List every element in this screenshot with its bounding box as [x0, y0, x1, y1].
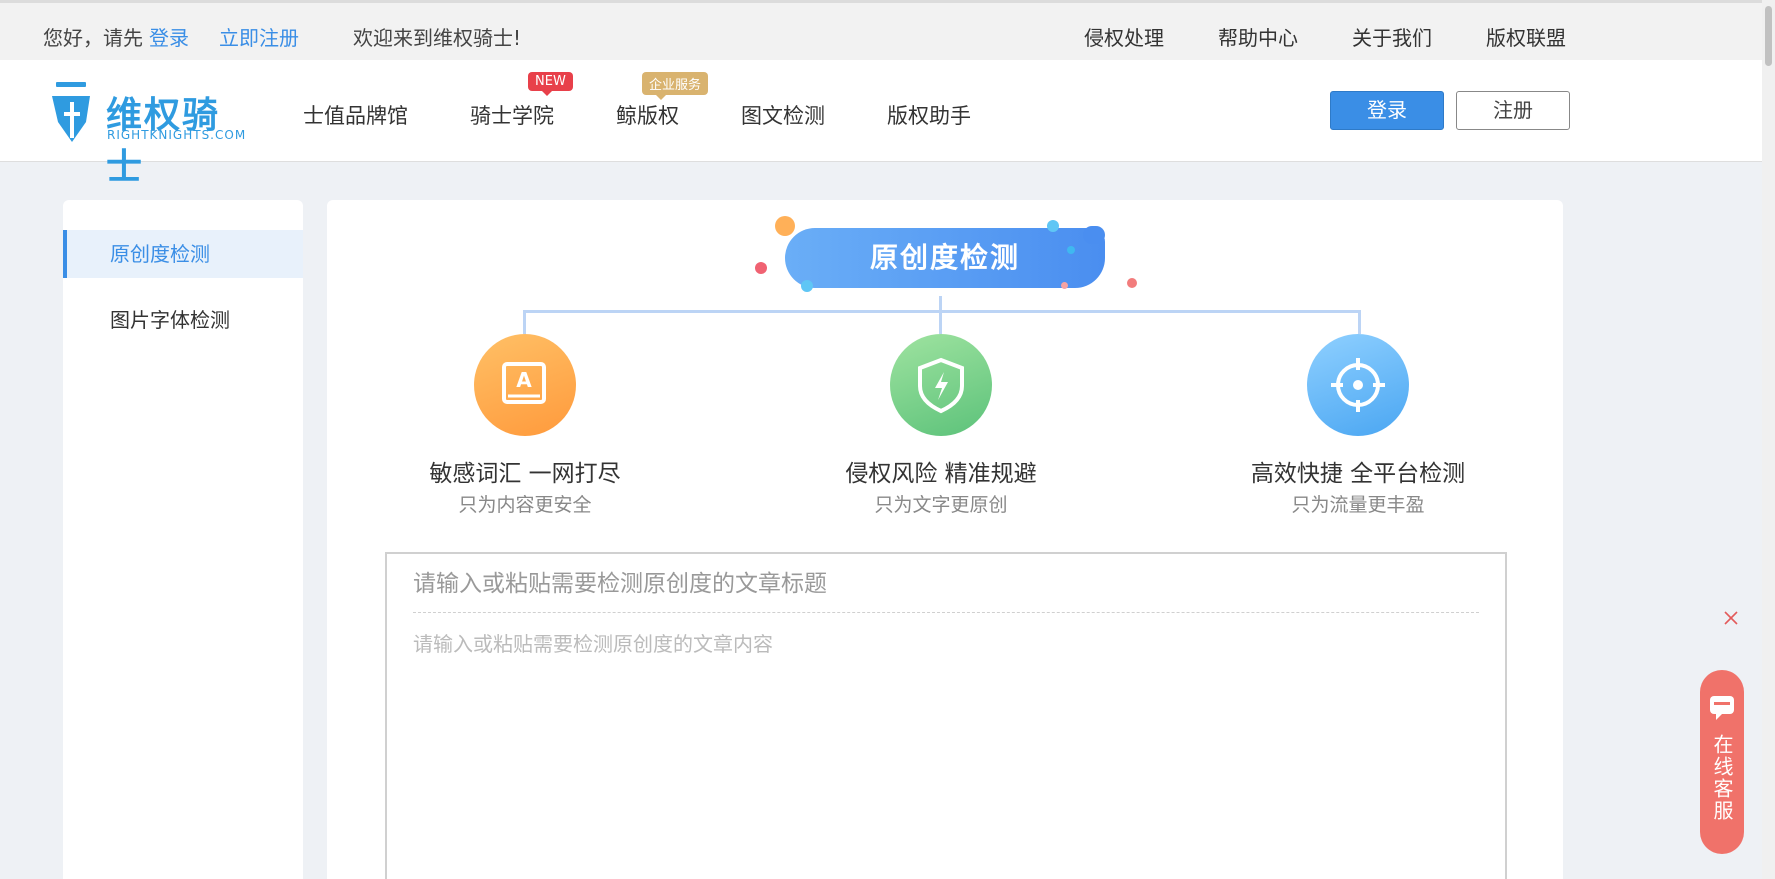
decor-dot: [1127, 278, 1137, 288]
feature-circle: A: [474, 334, 576, 436]
greeting-area: 您好，请先 登录 立即注册 欢迎来到维权骑士!: [43, 22, 521, 51]
top-utility-bar: 您好，请先 登录 立即注册 欢迎来到维权骑士! 侵权处理 帮助中心 关于我们 版…: [0, 0, 1775, 60]
top-register-link[interactable]: 立即注册: [219, 22, 299, 51]
register-button[interactable]: 注册: [1456, 91, 1570, 130]
feature-circle: [890, 334, 992, 436]
nav-label: 版权助手: [887, 104, 971, 128]
decor-dot: [801, 280, 813, 292]
connector-line: [523, 310, 1361, 313]
feature-circle: [1307, 334, 1409, 436]
top-link-infringement[interactable]: 侵权处理: [1084, 22, 1164, 51]
connector-line: [523, 310, 526, 334]
feature-title: 侵权风险 精准规避: [845, 461, 1037, 487]
login-button[interactable]: 登录: [1330, 91, 1444, 130]
feature-subtitle: 只为内容更安全: [458, 494, 592, 516]
nav-label: 士值品牌馆: [303, 104, 408, 128]
side-menu: 原创度检测 图片字体检测: [63, 200, 303, 879]
new-badge: NEW: [528, 72, 573, 96]
connector-line: [939, 296, 942, 334]
chat-bubble-icon: [1710, 696, 1734, 720]
enterprise-badge: 企业服务: [642, 72, 709, 100]
pen-nib-logo-icon: [52, 82, 90, 142]
svg-text:A: A: [516, 368, 532, 392]
greeting-text: 您好，请先: [43, 26, 143, 50]
page-scrollbar[interactable]: [1762, 0, 1775, 879]
feature-all-platform: 高效快捷 全平台检测 只为流量更丰盈: [1228, 334, 1488, 517]
decor-dot: [755, 262, 767, 274]
nav-item-academy[interactable]: 骑士学院 NEW: [470, 72, 573, 130]
connector-line: [1358, 310, 1361, 334]
top-link-help[interactable]: 帮助中心: [1218, 22, 1298, 51]
nav-label: 鲸版权: [616, 104, 679, 128]
sidebar-item-originality-check[interactable]: 原创度检测: [63, 230, 303, 278]
main-nav: 士值品牌馆 骑士学院 NEW 鲸版权 企业服务 图文检测 版权助手: [303, 72, 1033, 130]
hero-title: 原创度检测: [869, 241, 1020, 274]
nav-item-whale-copyright[interactable]: 鲸版权 企业服务: [616, 72, 709, 130]
top-login-link[interactable]: 登录: [149, 22, 189, 51]
welcome-text: 欢迎来到维权骑士!: [353, 26, 522, 50]
feature-subtitle: 只为流量更丰盈: [1291, 494, 1425, 516]
online-service-button[interactable]: 在线客服: [1700, 670, 1744, 854]
nav-label: 图文检测: [741, 104, 825, 128]
top-link-alliance[interactable]: 版权联盟: [1486, 22, 1566, 51]
sidebar-item-image-font-check[interactable]: 图片字体检测: [63, 296, 303, 344]
top-link-about[interactable]: 关于我们: [1352, 22, 1432, 51]
hero-banner: 原创度检测: [755, 214, 1177, 304]
logo-subtitle: RIGHTKNIGHTS.COM: [107, 128, 247, 142]
service-label: 在线客服: [1710, 734, 1734, 822]
main-panel: 原创度检测 A 敏感词汇 一网打尽 只为内容更安全 侵权风险 精准规避 只为文字…: [327, 200, 1563, 879]
feature-infringement-risk: 侵权风险 精准规避 只为文字更原创: [811, 334, 1071, 517]
nav-item-content-check[interactable]: 图文检测: [741, 100, 825, 130]
feature-title: 敏感词汇 一网打尽: [429, 461, 621, 487]
nav-item-copyright-assistant[interactable]: 版权助手: [887, 100, 971, 130]
book-icon: A: [502, 362, 546, 404]
feature-title: 高效快捷 全平台检测: [1250, 461, 1466, 487]
article-content-textarea[interactable]: [413, 628, 1479, 878]
scrollbar-thumb[interactable]: [1765, 6, 1772, 66]
top-links: 侵权处理 帮助中心 关于我们 版权联盟: [1084, 22, 1620, 51]
nav-item-brand-hall[interactable]: 士值品牌馆: [303, 100, 408, 130]
decor-dot: [775, 216, 795, 236]
site-logo[interactable]: 维权骑士 RIGHTKNIGHTS.COM: [50, 82, 250, 188]
shield-bolt-icon: [918, 357, 964, 414]
target-icon: [1331, 358, 1385, 412]
main-header: 维权骑士 RIGHTKNIGHTS.COM 士值品牌馆 骑士学院 NEW 鲸版权…: [0, 60, 1762, 188]
article-editor: [385, 552, 1507, 879]
feature-sensitive-words: A 敏感词汇 一网打尽 只为内容更安全: [395, 334, 655, 517]
close-icon[interactable]: [1719, 606, 1743, 630]
title-divider: [413, 612, 1479, 613]
decor-dot: [1061, 282, 1068, 289]
decor-dot: [1083, 226, 1105, 244]
article-title-input[interactable]: [413, 566, 1479, 602]
decor-dot: [1067, 246, 1075, 254]
decor-dot: [1047, 220, 1059, 232]
feature-subtitle: 只为文字更原创: [874, 494, 1008, 516]
nav-label: 骑士学院: [470, 104, 554, 128]
